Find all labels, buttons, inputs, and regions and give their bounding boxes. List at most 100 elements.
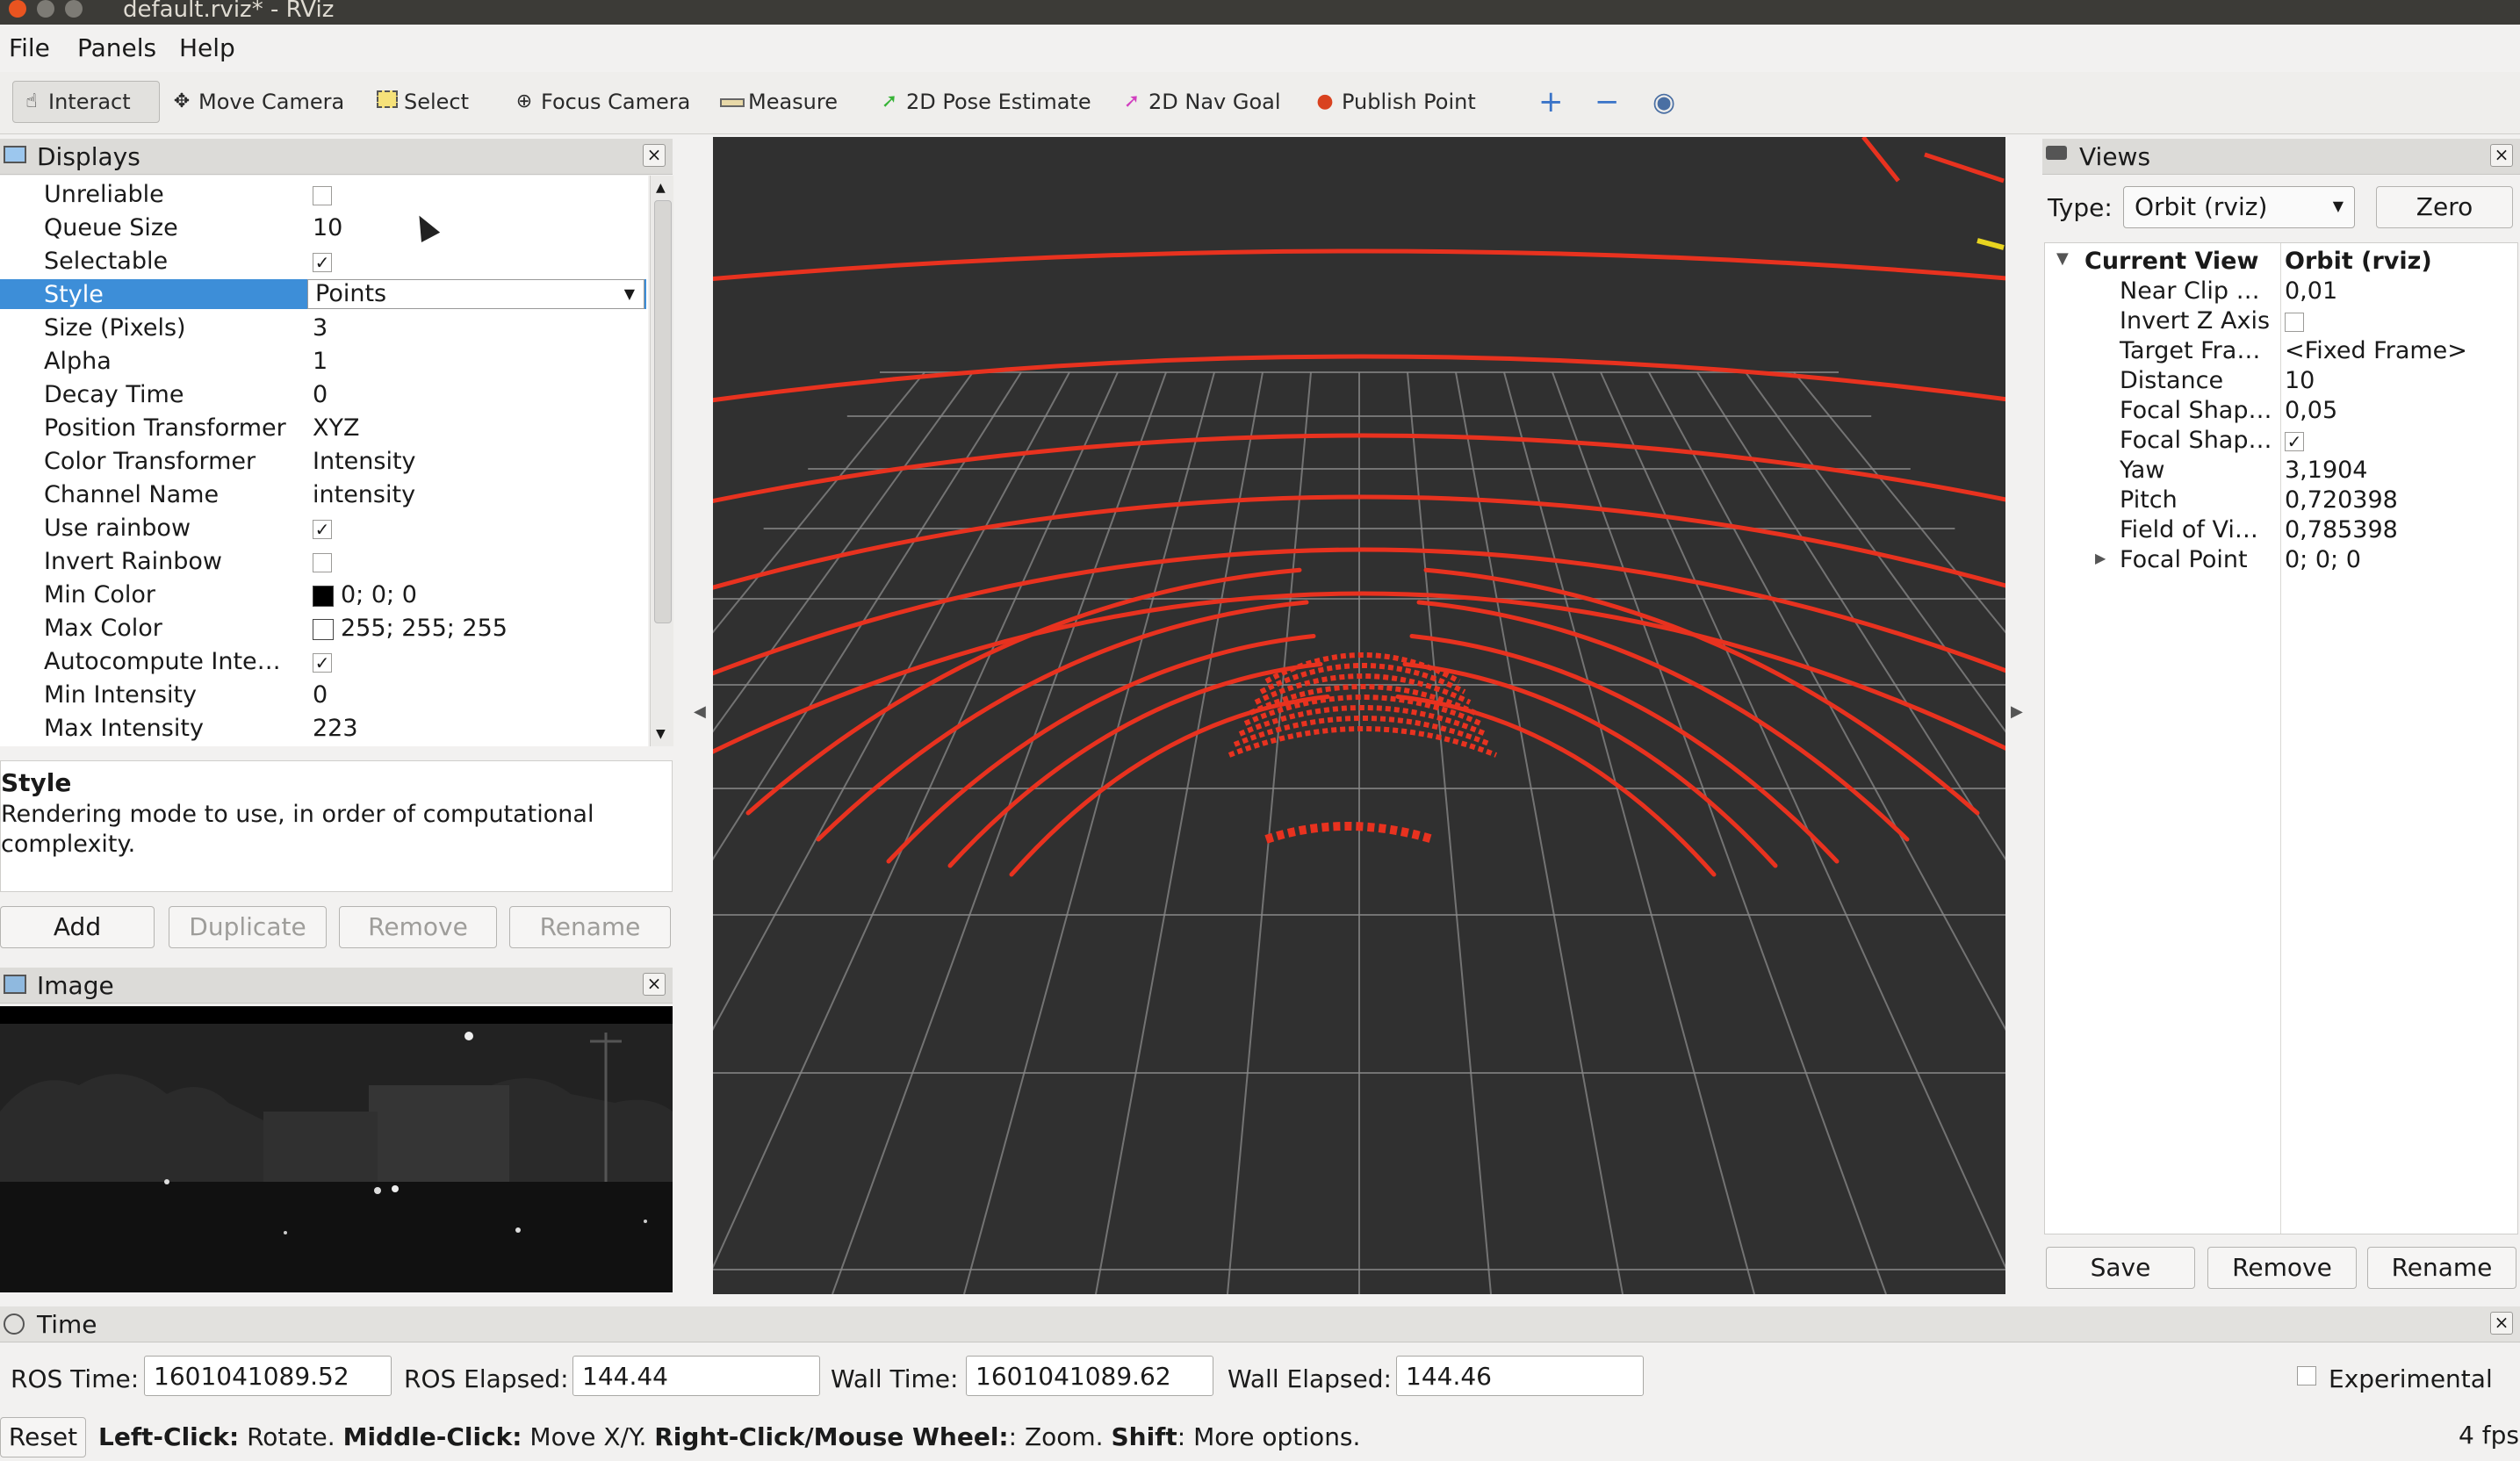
remove-tool-icon[interactable]: − bbox=[1595, 81, 1620, 123]
property-value[interactable]: XYZ bbox=[313, 414, 360, 442]
expand-arrow-icon[interactable]: ▼ bbox=[2056, 249, 2069, 268]
display-property-row[interactable]: Unreliable bbox=[0, 179, 646, 212]
display-property-row[interactable]: Position Transformer XYZ bbox=[0, 413, 646, 446]
display-property-row[interactable]: Max Intensity 223 bbox=[0, 713, 646, 746]
property-value[interactable]: 0 bbox=[313, 681, 328, 709]
property-value[interactable]: 0,785398 bbox=[2285, 516, 2398, 543]
property-value[interactable] bbox=[2285, 307, 2304, 335]
add-display-button[interactable]: Add bbox=[0, 906, 155, 948]
display-property-row[interactable]: Min Intensity 0 bbox=[0, 680, 646, 713]
scroll-down-icon[interactable]: ▼ bbox=[656, 727, 666, 741]
eye-view-icon[interactable]: ◉ bbox=[1652, 81, 1675, 123]
minimize-window-icon[interactable] bbox=[37, 0, 54, 18]
view-property-row[interactable]: Yaw 3,1904 bbox=[2046, 457, 2520, 486]
menu-panels[interactable]: Panels bbox=[77, 33, 156, 62]
property-value[interactable]: <Fixed Frame> bbox=[2285, 337, 2467, 364]
property-value[interactable] bbox=[313, 181, 332, 208]
property-value[interactable]: 10 bbox=[313, 214, 342, 241]
property-value[interactable]: ✓ bbox=[2285, 427, 2304, 454]
expand-arrow-icon[interactable]: ▶ bbox=[2095, 550, 2106, 566]
property-checkbox[interactable] bbox=[313, 552, 332, 572]
property-value[interactable]: ✓ bbox=[313, 515, 332, 542]
property-checkbox[interactable] bbox=[2285, 312, 2304, 332]
property-value[interactable]: 223 bbox=[313, 715, 358, 742]
ros-elapsed-field[interactable] bbox=[572, 1356, 820, 1396]
left-splitter-arrow-icon[interactable]: ◀ bbox=[694, 702, 706, 721]
close-icon[interactable]: × bbox=[2490, 144, 2513, 167]
wall-elapsed-field[interactable] bbox=[1396, 1356, 1644, 1396]
close-icon[interactable]: × bbox=[643, 144, 666, 167]
display-property-row[interactable]: Alpha 1 bbox=[0, 346, 646, 379]
nav-goal-tool-button[interactable]: ➚ 2D Nav Goal bbox=[1120, 81, 1281, 123]
close-window-icon[interactable] bbox=[9, 0, 26, 18]
property-value[interactable]: ✓ bbox=[313, 648, 332, 675]
property-checkbox[interactable]: ✓ bbox=[313, 252, 332, 272]
3d-viewport[interactable] bbox=[713, 137, 2005, 1294]
property-checkbox[interactable]: ✓ bbox=[313, 652, 332, 673]
view-type-select[interactable]: Orbit (rviz) ▼ bbox=[2123, 186, 2355, 228]
move-camera-tool-button[interactable]: ✥ Move Camera bbox=[170, 81, 344, 123]
publish-point-tool-button[interactable]: ● Publish Point bbox=[1314, 81, 1475, 123]
display-property-row[interactable]: Max Color 255; 255; 255 bbox=[0, 613, 646, 646]
display-property-row[interactable]: Queue Size 10 bbox=[0, 212, 646, 246]
property-checkbox[interactable]: ✓ bbox=[2285, 431, 2304, 451]
property-checkbox[interactable] bbox=[313, 185, 332, 205]
duplicate-display-button[interactable]: Duplicate bbox=[169, 906, 327, 948]
property-value[interactable]: Points ▼ bbox=[307, 279, 644, 309]
property-value[interactable]: Intensity bbox=[313, 448, 416, 475]
property-value[interactable]: 10 bbox=[2285, 367, 2315, 394]
view-property-row[interactable]: Near Clip … 0,01 bbox=[2046, 277, 2520, 307]
zero-view-button[interactable]: Zero bbox=[2376, 186, 2513, 228]
focus-camera-tool-button[interactable]: ⊕ Focus Camera bbox=[513, 81, 691, 123]
right-splitter-arrow-icon[interactable]: ▶ bbox=[2011, 702, 2023, 721]
property-value[interactable]: 0 bbox=[313, 381, 328, 408]
measure-tool-button[interactable]: Measure bbox=[720, 81, 838, 123]
property-value[interactable]: intensity bbox=[313, 481, 415, 508]
rename-display-button[interactable]: Rename bbox=[509, 906, 671, 948]
property-value[interactable] bbox=[313, 548, 332, 575]
view-property-row[interactable]: Target Fra… <Fixed Frame> bbox=[2046, 337, 2520, 367]
menu-help[interactable]: Help bbox=[179, 33, 235, 62]
view-property-row[interactable]: Focal Shap… ✓ bbox=[2046, 427, 2520, 457]
close-icon[interactable]: × bbox=[643, 973, 666, 996]
view-property-row[interactable]: Pitch 0,720398 bbox=[2046, 486, 2520, 516]
property-checkbox[interactable]: ✓ bbox=[313, 519, 332, 539]
view-property-row[interactable]: Distance 10 bbox=[2046, 367, 2520, 397]
property-value[interactable]: 0; 0; 0 bbox=[2285, 546, 2361, 573]
pose-estimate-tool-button[interactable]: ➚ 2D Pose Estimate bbox=[878, 81, 1091, 123]
property-value[interactable]: 3,1904 bbox=[2285, 457, 2367, 484]
pointcloud-render[interactable] bbox=[713, 137, 2005, 1294]
display-property-row[interactable]: Color Transformer Intensity bbox=[0, 446, 646, 479]
display-property-row[interactable]: Channel Name intensity bbox=[0, 479, 646, 513]
property-value[interactable]: 3 bbox=[313, 314, 328, 342]
wall-time-field[interactable] bbox=[966, 1356, 1213, 1396]
display-property-row[interactable]: Size (Pixels) 3 bbox=[0, 313, 646, 346]
display-property-row[interactable]: Selectable ✓ bbox=[0, 246, 646, 279]
display-property-row[interactable]: Style Points ▼ bbox=[0, 279, 646, 309]
property-value[interactable]: 0,05 bbox=[2285, 397, 2337, 424]
chevron-down-icon[interactable]: ▼ bbox=[624, 285, 635, 302]
property-value[interactable]: 0; 0; 0 bbox=[313, 581, 417, 608]
displays-scrollbar[interactable]: ▲ ▼ bbox=[650, 176, 673, 746]
ros-time-field[interactable] bbox=[144, 1356, 392, 1396]
scroll-up-icon[interactable]: ▲ bbox=[656, 181, 666, 195]
rename-view-button[interactable]: Rename bbox=[2367, 1247, 2516, 1289]
save-view-button[interactable]: Save bbox=[2046, 1247, 2195, 1289]
current-view-row[interactable]: ▼ Current View Orbit (rviz) bbox=[2046, 248, 2520, 277]
view-property-row[interactable]: ▶ Focal Point 0; 0; 0 bbox=[2046, 546, 2520, 576]
property-value[interactable]: 0,01 bbox=[2285, 277, 2337, 305]
display-property-row[interactable]: Min Color 0; 0; 0 bbox=[0, 579, 646, 613]
reset-button[interactable]: Reset bbox=[0, 1417, 86, 1457]
close-icon[interactable]: × bbox=[2490, 1312, 2513, 1335]
add-tool-icon[interactable]: + bbox=[1538, 81, 1564, 123]
remove-view-button[interactable]: Remove bbox=[2207, 1247, 2357, 1289]
display-property-row[interactable]: Autocompute Inte… ✓ bbox=[0, 646, 646, 680]
maximize-window-icon[interactable] bbox=[65, 0, 83, 18]
scrollbar-thumb[interactable] bbox=[654, 200, 672, 623]
property-value[interactable]: ✓ bbox=[313, 248, 332, 275]
property-value[interactable]: 1 bbox=[313, 348, 328, 375]
property-value[interactable]: 255; 255; 255 bbox=[313, 615, 508, 642]
view-property-row[interactable]: Field of Vi… 0,785398 bbox=[2046, 516, 2520, 546]
remove-display-button[interactable]: Remove bbox=[339, 906, 497, 948]
view-property-row[interactable]: Focal Shap… 0,05 bbox=[2046, 397, 2520, 427]
